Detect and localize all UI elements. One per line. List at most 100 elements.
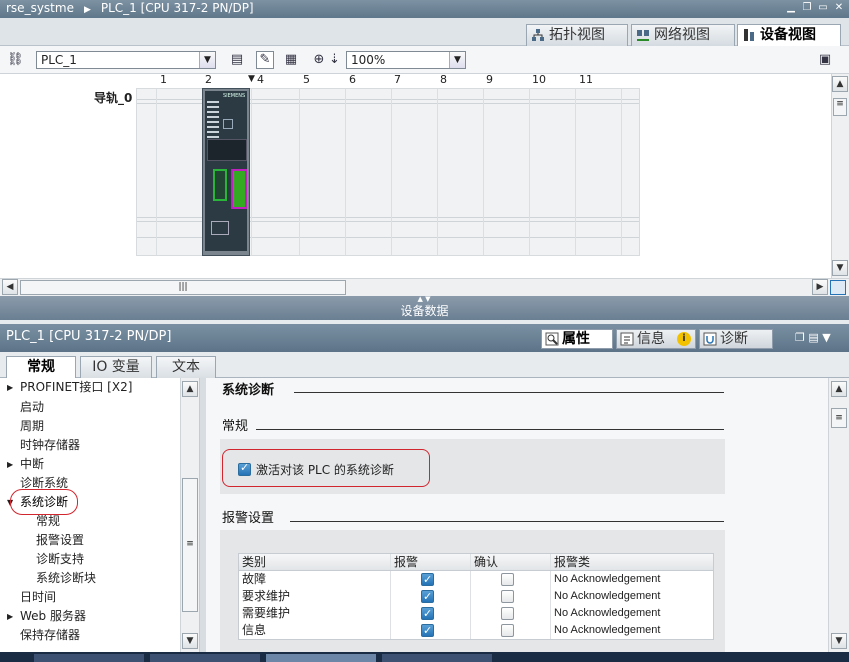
table-icon[interactable]: ▤ xyxy=(228,51,246,69)
expand-arrow-icon[interactable]: ▶ xyxy=(7,607,13,626)
alarm-checkbox[interactable] xyxy=(421,571,434,588)
slot-number: 4 xyxy=(257,74,264,86)
tree-item-clock-memory[interactable]: 时钟存储器 xyxy=(0,436,80,455)
activate-diagnostics-checkbox[interactable] xyxy=(238,461,251,476)
alarm-table: 类别 报警 确认 报警类 故障 No Acknowledgement 要求维护 … xyxy=(238,553,714,640)
maximize-icon[interactable]: ▭ xyxy=(816,1,830,15)
scroll-thumb[interactable]: ≡ xyxy=(831,408,847,428)
ack-checkbox[interactable] xyxy=(501,624,514,637)
info-badge-icon: i xyxy=(677,332,691,346)
slot-number: 7 xyxy=(394,74,401,86)
tab-topology-view[interactable]: 拓扑视图 xyxy=(526,24,628,46)
scroll-thumb[interactable]: ≡ xyxy=(833,98,847,116)
table-row: 要求维护 No Acknowledgement xyxy=(239,588,713,605)
canvas-vertical-scrollbar[interactable]: ▲ ≡ ▼ xyxy=(831,74,849,280)
network-connect-icon[interactable]: ⛓ xyxy=(6,51,24,69)
slot-header: 1 2 ▼ 4 5 6 7 8 9 10 11 xyxy=(136,74,640,88)
inspector-title-bar: PLC_1 [CPU 317-2 PN/DP] 属性 信息 i 诊断 ❐ ▤ ▼ xyxy=(0,324,849,352)
info-icon xyxy=(620,332,634,346)
tab-device-view[interactable]: 设备视图 xyxy=(737,24,841,47)
general-group: 激活对该 PLC 的系统诊断 xyxy=(220,439,725,494)
alarm-checkbox[interactable] xyxy=(421,622,434,639)
device-select[interactable]: PLC_1 ▼ xyxy=(36,51,216,69)
activate-diagnostics-label: 激活对该 PLC 的系统诊断 xyxy=(256,463,394,477)
pen-icon[interactable]: ✎ xyxy=(256,51,274,69)
subtab-io-tags[interactable]: IO 变量 xyxy=(80,356,152,378)
device-data-bar[interactable]: ▲ ▼ 设备数据 xyxy=(0,296,849,320)
device-toolbar: ⛓ PLC_1 ▼ ▤ ✎ ▦ ⊕ ⇣ 100% ▼ ▣ xyxy=(0,46,849,74)
tree-item-time-of-day[interactable]: 日时间 xyxy=(0,588,56,607)
tree-item-retentive-memory[interactable]: 保持存储器 xyxy=(0,626,80,645)
ack-checkbox[interactable] xyxy=(501,573,514,586)
tree-item-interrupts[interactable]: ▶ 中断 xyxy=(0,455,44,474)
inspector-subtab-bar: 常规 IO 变量 文本 xyxy=(0,352,849,379)
close-icon[interactable]: ✕ xyxy=(832,1,846,15)
scroll-thumb[interactable]: ≡ xyxy=(182,478,198,612)
zoom-dropdown-icon[interactable]: ⇣ xyxy=(328,51,340,69)
general-title: 常规 xyxy=(222,419,249,434)
tab-info[interactable]: 信息 i xyxy=(616,329,696,349)
slot-number: 1 xyxy=(160,74,167,86)
subtab-general[interactable]: 常规 xyxy=(6,356,76,379)
project-name: rse_systme xyxy=(6,1,74,15)
restore-icon[interactable]: ❐ xyxy=(800,1,814,15)
minimize-icon[interactable]: ▁ xyxy=(784,1,798,15)
scroll-up-icon[interactable]: ▲ xyxy=(182,381,198,397)
slot-number: 10 xyxy=(532,74,546,86)
device-canvas[interactable]: 1 2 ▼ 4 5 6 7 8 9 10 11 导轨_0 xyxy=(0,74,831,280)
breadcrumb-arrow-icon: ▶ xyxy=(83,5,91,15)
scroll-thumb[interactable]: ||| xyxy=(20,280,346,295)
tree-item-system-diagnostic-blocks[interactable]: 系统诊断块 xyxy=(0,569,96,588)
overview-icon[interactable]: ▣ xyxy=(816,51,834,69)
canvas-horizontal-scrollbar[interactable]: ◀ ||| ▶ xyxy=(0,278,849,296)
title-bar: rse_systme ▶ PLC_1 [CPU 317-2 PN/DP] ▁ ❐ ▭… xyxy=(0,0,849,18)
inspector-title: PLC_1 [CPU 317-2 PN/DP] xyxy=(6,329,172,344)
zoom-select[interactable]: 100% ▼ xyxy=(346,51,466,69)
slot-number: 5 xyxy=(303,74,310,86)
ack-checkbox[interactable] xyxy=(501,607,514,620)
property-nav-tree[interactable]: ▶ PROFINET接口 [X2] 启动 周期 时钟存储器 ▶ 中断 诊断系统 ▼ 系… xyxy=(0,378,200,652)
panel-menu-icon[interactable]: ❐ ▤ ▼ xyxy=(795,331,831,344)
tree-item-diagnostic-support[interactable]: 诊断支持 xyxy=(0,550,84,569)
table-row: 信息 No Acknowledgement xyxy=(239,622,713,639)
properties-icon xyxy=(545,332,559,346)
tab-network-view[interactable]: 网络视图 xyxy=(631,24,735,46)
scroll-down-icon[interactable]: ▼ xyxy=(832,260,848,276)
expand-arrow-icon[interactable]: ▶ xyxy=(7,455,13,474)
scroll-up-icon[interactable]: ▲ xyxy=(832,76,848,92)
tree-item-alarm-settings[interactable]: 报警设置 xyxy=(0,531,84,550)
tree-item-profinet[interactable]: ▶ PROFINET接口 [X2] xyxy=(0,378,132,397)
zoom-in-icon[interactable]: ⊕ xyxy=(310,51,328,69)
scroll-down-icon[interactable]: ▼ xyxy=(831,633,847,649)
ack-checkbox[interactable] xyxy=(501,590,514,603)
navigator-icon[interactable] xyxy=(830,280,846,295)
scroll-right-icon[interactable]: ▶ xyxy=(812,279,828,295)
tab-diagnostics[interactable]: 诊断 xyxy=(699,329,773,349)
cpu-module[interactable]: SIEMENS xyxy=(202,88,250,256)
content-vertical-scrollbar[interactable]: ▲ ≡ ▼ xyxy=(828,378,849,652)
taskbar[interactable] xyxy=(0,652,849,662)
expand-handle-icon[interactable]: ▲ ▼ xyxy=(396,296,452,303)
slot-number: 11 xyxy=(579,74,593,86)
table-row: 需要维护 No Acknowledgement xyxy=(239,605,713,622)
expand-arrow-icon[interactable]: ▶ xyxy=(7,378,13,397)
table-header: 类别 报警 确认 报警类 xyxy=(239,554,713,571)
tree-vertical-scrollbar[interactable]: ▲ ≡ ▼ xyxy=(180,378,199,652)
grid-icon[interactable]: ▦ xyxy=(282,51,300,69)
scroll-left-icon[interactable]: ◀ xyxy=(2,279,18,295)
alarm-checkbox[interactable] xyxy=(421,588,434,605)
subtab-texts[interactable]: 文本 xyxy=(156,356,216,378)
rail-label: 导轨_0 xyxy=(94,91,133,105)
tree-item-web-server[interactable]: ▶ Web 服务器 xyxy=(0,607,86,626)
alarm-checkbox[interactable] xyxy=(421,605,434,622)
highlight-callout xyxy=(10,489,78,515)
scroll-down-icon[interactable]: ▼ xyxy=(182,633,198,649)
view-tab-bar: 拓扑视图 网络视图 设备视图 xyxy=(0,18,849,47)
tree-item-cycle[interactable]: 周期 xyxy=(0,417,44,436)
module-brand: SIEMENS xyxy=(223,93,246,99)
tree-item-startup[interactable]: 启动 xyxy=(0,398,44,417)
diagnostics-icon xyxy=(703,332,717,346)
tab-properties[interactable]: 属性 xyxy=(541,329,613,349)
scroll-up-icon[interactable]: ▲ xyxy=(831,381,847,397)
insert-arrow-icon: ▼ xyxy=(248,74,255,84)
